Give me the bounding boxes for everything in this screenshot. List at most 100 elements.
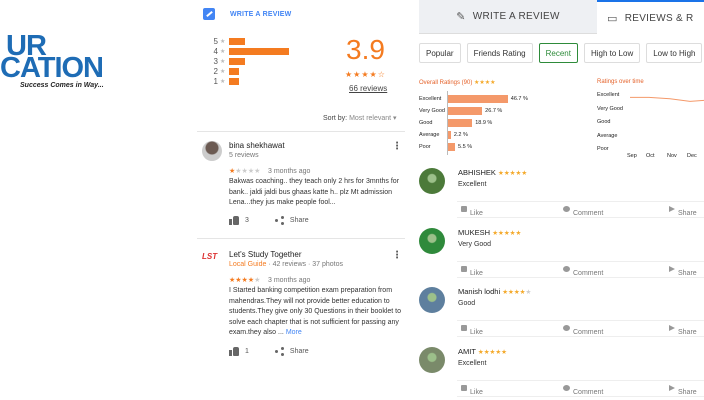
like-button[interactable]: Like [461, 266, 483, 277]
star-number: 3 [213, 56, 218, 66]
tick-label: Excellent [419, 95, 442, 102]
comment-label: Comment [573, 389, 604, 396]
share-icon [669, 325, 675, 331]
share-icon[interactable] [274, 216, 284, 225]
share-button[interactable]: Share [290, 217, 309, 224]
more-vert-icon[interactable]: ⋮ [392, 141, 402, 152]
like-button[interactable]: Like [461, 325, 483, 336]
histogram-row: 3 ★ [211, 56, 289, 66]
share-icon [669, 385, 675, 391]
thumbs-up-icon[interactable] [229, 347, 239, 356]
review-item: MUKESH ★★★★★ Very Good Like Comment Share [419, 228, 704, 284]
star-number: 1 [213, 76, 218, 86]
write-review-link-row[interactable]: WRITE A REVIEW [203, 8, 291, 20]
star-number: 2 [213, 66, 218, 76]
reviewer-name[interactable]: ABHISHEK ★★★★★ [458, 168, 527, 177]
data-label: 18.9 % [475, 119, 493, 126]
comment-button[interactable]: Comment [563, 206, 603, 217]
divider [197, 238, 405, 239]
stars-filled: ★★★★★ [477, 349, 508, 356]
share-button[interactable]: Share [290, 348, 309, 355]
name-text: MUKESH [458, 228, 491, 237]
avatar[interactable] [202, 141, 222, 161]
comment-button[interactable]: Comment [563, 385, 603, 396]
share-icon [669, 206, 675, 212]
histogram-row: 4 ★ [211, 46, 290, 56]
bar [448, 142, 456, 151]
tab-reviews[interactable]: ▭ REVIEWS & R [597, 0, 704, 34]
like-label: Like [470, 389, 483, 396]
reviewer-name[interactable]: bina shekhawat [229, 141, 285, 150]
thumbs-up-icon[interactable] [229, 216, 239, 225]
bar-row: Very Good 26.7 % [419, 106, 502, 115]
histogram-track [229, 57, 289, 65]
star-number: 4 [213, 46, 218, 56]
comment-button[interactable]: Comment [563, 266, 603, 277]
data-label: 5.5 % [458, 143, 473, 150]
stars-filled: ★★★★★ [498, 170, 528, 177]
like-button[interactable]: Like [461, 385, 483, 396]
histogram-row: 5 ★ [211, 36, 289, 46]
tick-label: Average [597, 132, 618, 139]
overall-ratings-title: Overall Ratings (90) ★★★★ [419, 79, 496, 86]
data-label: 46.7 % [510, 95, 528, 102]
histogram-bar [229, 77, 239, 85]
review-item: AMIT ★★★★★ Excellent Like Comment Share [419, 347, 704, 400]
write-review-link[interactable]: WRITE A REVIEW [230, 11, 291, 18]
share-button[interactable]: Share [669, 206, 697, 217]
reviewer-name[interactable]: MUKESH ★★★★★ [458, 228, 521, 237]
data-label: 26.7 % [485, 107, 503, 114]
like-button[interactable]: Like [461, 206, 483, 217]
logo-tagline: Success Comes in Way... [20, 82, 104, 89]
share-button[interactable]: Share [669, 325, 697, 336]
review-actions: 3 Share [229, 216, 309, 225]
rating-level: Excellent [458, 181, 487, 188]
rating-level: Excellent [458, 360, 487, 367]
bar-row: Good 18.9 % [419, 118, 492, 127]
avatar[interactable] [419, 287, 445, 313]
tick-label: Average [419, 131, 440, 138]
sort-dropdown[interactable]: Sort by: Most relevant ▾ [323, 114, 397, 122]
reviews-count-link[interactable]: 66 reviews [349, 84, 387, 93]
tick-label: Poor [597, 146, 609, 152]
reviewer-name[interactable]: Manish lodhi ★★★★★ [458, 287, 531, 296]
average-stars: ★★★★☆ [345, 70, 386, 79]
thumbs-up-icon [461, 385, 467, 391]
reviewer-name[interactable]: Let's Study Together [229, 250, 302, 259]
review-stars: ★★★★★ [229, 167, 260, 175]
filter-button[interactable]: Recent [538, 43, 578, 63]
chart-title: Overall Ratings (90) [419, 80, 473, 86]
avatar[interactable] [419, 168, 445, 194]
reviewer-logo[interactable]: LST [202, 252, 217, 261]
sort-label: Sort by: [323, 115, 348, 122]
comment-button[interactable]: Comment [563, 325, 603, 336]
more-vert-icon[interactable]: ⋮ [392, 250, 402, 261]
tick-label: Oct [646, 153, 655, 159]
avatar[interactable] [419, 347, 445, 373]
rating-stars: ★★★★★ [498, 170, 527, 177]
avatar[interactable] [419, 228, 445, 254]
review-actions: 1 Share [229, 347, 309, 356]
review-action-bar: Like Comment Share [457, 380, 704, 397]
share-button[interactable]: Share [669, 385, 697, 396]
reviewer-meta: Local Guide · 42 reviews · 37 photos [229, 261, 343, 268]
share-label: Share [678, 329, 697, 336]
histogram-track [229, 47, 290, 55]
bar [448, 94, 508, 103]
stars-empty: ★ [525, 289, 532, 296]
share-icon[interactable] [274, 347, 284, 356]
review-action-bar: Like Comment Share [457, 320, 704, 337]
rating-stars: ★★★★★ [492, 230, 521, 237]
histogram-bar [229, 37, 245, 45]
filter-button[interactable]: Low to High [646, 43, 703, 63]
more-link[interactable]: More [286, 329, 302, 336]
like-label: Like [470, 270, 483, 277]
title-stars: ★★★★ [474, 80, 496, 86]
reviewer-name[interactable]: AMIT ★★★★★ [458, 347, 507, 356]
tick-label: Good [597, 119, 611, 125]
google-review: LST Let's Study Together Local Guide · 4… [202, 250, 407, 360]
review-stars: ★★★★★ [229, 276, 260, 284]
filter-button[interactable]: High to Low [583, 43, 641, 63]
share-button[interactable]: Share [669, 266, 697, 277]
share-label: Share [678, 389, 697, 396]
